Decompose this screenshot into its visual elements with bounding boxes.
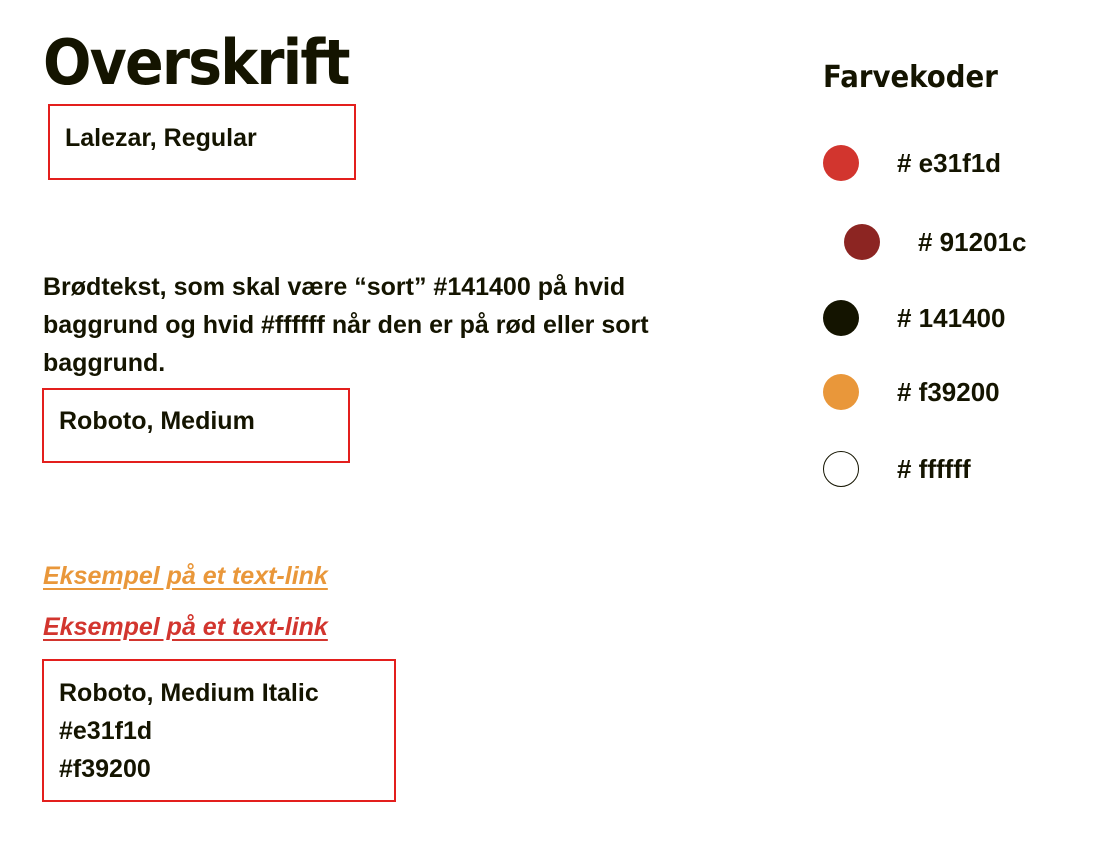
heading-font-spec: Lalezar, Regular bbox=[65, 124, 257, 152]
link-color-spec-red: #e31f1d bbox=[59, 717, 153, 745]
text-link-red[interactable]: Eksempel på et text-link bbox=[43, 613, 328, 642]
color-code-label: # e31f1d bbox=[897, 147, 1002, 178]
text-link-orange[interactable]: Eksempel på et text-link bbox=[43, 562, 328, 591]
color-row-e31f1d: # e31f1d bbox=[823, 145, 1001, 181]
link-color-spec-orange: #f39200 bbox=[59, 755, 151, 783]
color-code-label: # 141400 bbox=[897, 302, 1006, 333]
color-codes-title: Farvekoder bbox=[823, 60, 998, 95]
color-code-label: # f39200 bbox=[897, 376, 1000, 407]
body-font-spec: Roboto, Medium bbox=[59, 407, 255, 435]
color-swatch-circle bbox=[823, 145, 859, 181]
color-code-label: # 91201c bbox=[918, 226, 1027, 257]
color-swatch-circle bbox=[823, 300, 859, 336]
color-row-f39200: # f39200 bbox=[823, 374, 1000, 410]
color-swatch-circle bbox=[844, 224, 880, 260]
color-row-ffffff: # ffffff bbox=[823, 451, 971, 487]
color-swatch-circle bbox=[823, 451, 859, 487]
body-font-spec-box: Roboto, Medium bbox=[42, 388, 350, 463]
page-heading: Overskrift bbox=[43, 26, 351, 99]
color-swatch-circle bbox=[823, 374, 859, 410]
link-font-spec: Roboto, Medium Italic bbox=[59, 679, 319, 707]
color-row-91201c: # 91201c bbox=[844, 224, 1026, 260]
link-font-spec-box: Roboto, Medium Italic #e31f1d #f39200 bbox=[42, 659, 396, 802]
color-row-141400: # 141400 bbox=[823, 300, 1005, 336]
heading-font-spec-box: Lalezar, Regular bbox=[48, 104, 356, 180]
color-code-label: # ffffff bbox=[897, 453, 971, 484]
body-text-sample: Brødtekst, som skal være “sort” #141400 … bbox=[43, 273, 649, 377]
